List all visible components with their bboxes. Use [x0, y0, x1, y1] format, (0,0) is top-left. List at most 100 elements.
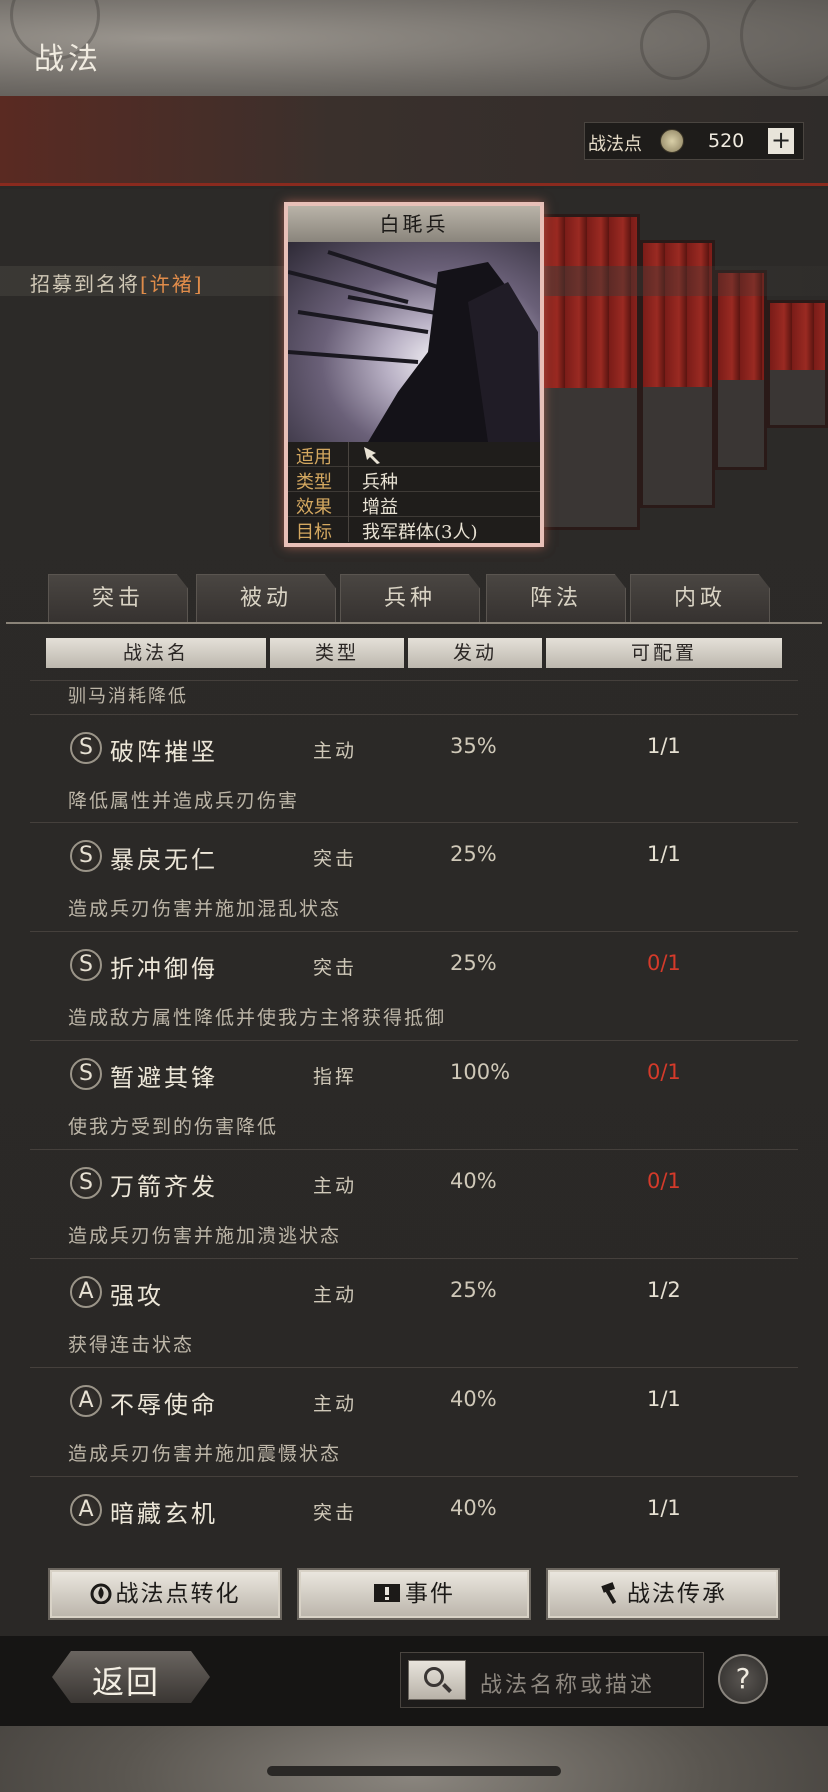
grade-badge: S [70, 949, 102, 981]
skill-row[interactable]: S 暂避其锋 指挥 100% 0/1 使我方受到的伤害降低 [30, 1040, 798, 1148]
card-back-3 [715, 270, 767, 470]
skill-rate: 35% [450, 734, 497, 758]
column-header-name[interactable]: 战法名 [46, 638, 266, 668]
info-key-target: 目标 [296, 522, 332, 543]
skill-name: 破阵摧坚 [110, 738, 218, 766]
skill-config-count: 1/1 [647, 842, 681, 866]
skill-name: 暴戾无仁 [110, 846, 218, 874]
skill-config-count: 1/1 [647, 1496, 681, 1520]
home-indicator [267, 1766, 561, 1776]
search-input[interactable]: 战法名称或描述 [480, 1667, 655, 1699]
card-info-row: 效果 增益 [288, 492, 540, 518]
skill-name: 暗藏玄机 [110, 1500, 218, 1528]
grade-badge: S [70, 1167, 102, 1199]
selected-skill-card[interactable]: 白毦兵 适用 类型 兵种 效果 增益 目标 我军群体(3人) [284, 202, 544, 547]
skill-config-count: 1/2 [647, 1278, 681, 1302]
info-key-apply: 适用 [296, 447, 332, 468]
skill-name: 万箭齐发 [110, 1173, 218, 1201]
cavalry-unit-icon [362, 443, 384, 470]
skill-type: 主动 [313, 1393, 358, 1415]
search-icon[interactable] [424, 1667, 444, 1687]
skill-row[interactable]: S 暴戾无仁 突击 25% 1/1 造成兵刃伤害并施加混乱状态 [30, 822, 798, 930]
skill-config-count: 0/1 [647, 1060, 681, 1084]
skill-type: 主动 [313, 1175, 358, 1197]
help-icon[interactable]: ? [718, 1654, 768, 1704]
skill-row[interactable]: A 强攻 主动 25% 1/2 获得连击状态 [30, 1258, 798, 1366]
skill-type: 主动 [313, 740, 358, 762]
tab-troop[interactable]: 兵种 [340, 574, 480, 622]
skill-rate: 40% [450, 1387, 497, 1411]
list-divider [30, 680, 798, 681]
skill-description: 降低属性并造成兵刃伤害 [68, 790, 300, 812]
add-points-button[interactable]: + [768, 128, 794, 154]
column-header-rate[interactable]: 发动 [408, 638, 542, 668]
skill-inherit-button[interactable]: 战法传承 [546, 1568, 780, 1620]
skill-name: 折冲御侮 [110, 955, 218, 983]
tab-internal-affairs[interactable]: 内政 [630, 574, 770, 622]
skill-name: 暂避其锋 [110, 1064, 218, 1092]
skill-rate: 25% [450, 1278, 497, 1302]
skill-name: 强攻 [110, 1282, 164, 1310]
skill-rate: 40% [450, 1169, 497, 1193]
grade-badge: A [70, 1276, 102, 1308]
grade-badge: S [70, 840, 102, 872]
skill-description: 获得连击状态 [68, 1334, 195, 1356]
skill-description: 造成敌方属性降低并使我方主将获得抵御 [68, 1007, 447, 1029]
recruit-message: 招募到名将[许褚] [30, 268, 204, 297]
skill-inherit-label: 战法传承 [627, 1581, 727, 1607]
flame-icon [90, 1570, 112, 1618]
skill-config-count: 1/1 [647, 734, 681, 758]
tab-formation[interactable]: 阵法 [486, 574, 626, 622]
skill-type: 主动 [313, 1284, 358, 1306]
skill-config-count: 1/1 [647, 1387, 681, 1411]
grade-badge: S [70, 1058, 102, 1090]
skill-description: 造成兵刃伤害并施加震慑状态 [68, 1443, 342, 1465]
grade-badge: A [70, 1494, 102, 1526]
events-button[interactable]: 事件 [297, 1568, 531, 1620]
card-info-row: 目标 我军群体(3人) [288, 517, 540, 543]
skill-row[interactable]: S 万箭齐发 主动 40% 0/1 造成兵刃伤害并施加溃逃状态 [30, 1149, 798, 1257]
card-title: 白毦兵 [288, 206, 540, 242]
skill-row[interactable]: A 暗藏玄机 突击 40% 1/1 [30, 1476, 798, 1558]
info-key-effect: 效果 [296, 497, 332, 518]
info-value-type: 兵种 [362, 472, 398, 493]
column-header-type[interactable]: 类型 [270, 638, 404, 668]
skill-rate: 25% [450, 951, 497, 975]
card-back-4 [767, 300, 828, 428]
recruit-general-name[interactable]: [许褚] [140, 272, 204, 296]
recruit-prefix: 招募到名将 [30, 272, 140, 296]
skill-row[interactable]: S 折冲御侮 突击 25% 0/1 造成敌方属性降低并使我方主将获得抵御 [30, 931, 798, 1039]
tab-assault[interactable]: 突击 [48, 574, 188, 622]
skill-config-count: 0/1 [647, 951, 681, 975]
card-info-row: 类型 兵种 [288, 467, 540, 493]
info-value-target: 我军群体(3人) [362, 522, 478, 543]
back-label[interactable]: 返回 [92, 1657, 160, 1703]
skill-description: 造成兵刃伤害并施加溃逃状态 [68, 1225, 342, 1247]
events-label: 事件 [405, 1581, 455, 1607]
skill-description: 造成兵刃伤害并施加混乱状态 [68, 898, 342, 920]
skill-rate: 40% [450, 1496, 497, 1520]
skill-row[interactable]: A 不辱使命 主动 40% 1/1 造成兵刃伤害并施加震慑状态 [30, 1367, 798, 1475]
info-key-type: 类型 [296, 472, 332, 493]
tab-passive[interactable]: 被动 [196, 574, 336, 622]
page-title: 战法 [34, 42, 102, 77]
skill-rate: 25% [450, 842, 497, 866]
convert-points-label: 战法点转化 [115, 1581, 241, 1607]
partial-row-description: 驯马消耗降低 [68, 686, 188, 707]
card-info-panel: 适用 类型 兵种 效果 增益 目标 我军群体(3人) [288, 442, 540, 543]
skill-name: 不辱使命 [110, 1391, 218, 1419]
skill-type: 突击 [313, 957, 358, 979]
convert-points-button[interactable]: 战法点转化 [48, 1568, 282, 1620]
skill-type: 突击 [313, 848, 358, 870]
exclamation-icon [373, 1570, 401, 1618]
skill-points-value: 520 [708, 130, 745, 152]
info-value-effect: 增益 [362, 497, 398, 518]
column-header-config[interactable]: 可配置 [546, 638, 782, 668]
skill-description: 使我方受到的伤害降低 [68, 1116, 279, 1138]
skill-rate: 100% [450, 1060, 511, 1084]
card-info-row: 适用 [288, 442, 540, 470]
card-back-1 [540, 214, 640, 530]
card-artwork [288, 242, 540, 442]
skill-type: 指挥 [313, 1066, 358, 1088]
skill-row[interactable]: S 破阵摧坚 主动 35% 1/1 降低属性并造成兵刃伤害 [30, 714, 798, 822]
